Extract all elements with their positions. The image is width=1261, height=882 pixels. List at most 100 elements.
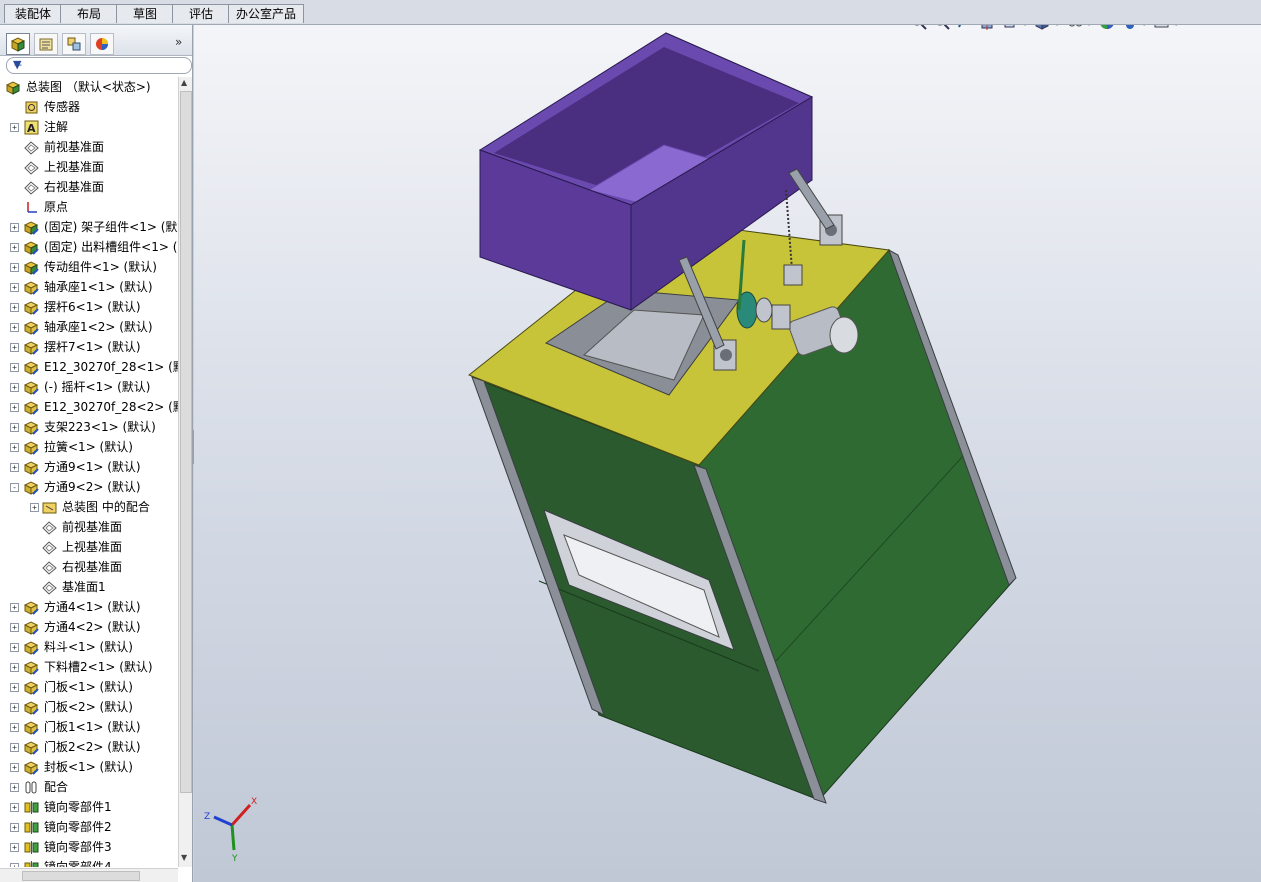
expand-node-icon[interactable]: + (10, 703, 19, 712)
mates-folder-icon (42, 502, 57, 514)
tab-assembly[interactable]: 装配体 (4, 4, 62, 23)
tree-item-label: 摆杆6<1> (默认) (44, 300, 141, 314)
collapse-node-icon[interactable]: - (10, 483, 19, 492)
tab-office-products[interactable]: 办公室产品 (228, 4, 304, 23)
expand-node-icon[interactable]: + (10, 763, 19, 772)
tree-item[interactable]: - 方通9<2> (默认) (0, 477, 178, 497)
expand-node-icon[interactable]: + (10, 403, 19, 412)
expand-node-icon[interactable]: + (10, 443, 19, 452)
tree-item[interactable]: + 门板<2> (默认) (0, 697, 178, 717)
expand-node-icon[interactable]: + (10, 683, 19, 692)
expand-node-icon[interactable]: + (10, 303, 19, 312)
tree-item-label: 下料槽2<1> (默认) (44, 660, 153, 674)
feature-manager-icon (10, 37, 26, 52)
tree-item[interactable]: + 门板2<2> (默认) (0, 737, 178, 757)
tree-item[interactable]: + 传动组件<1> (默认) (0, 257, 178, 277)
tab-layout[interactable]: 布局 (60, 4, 118, 23)
tree-item[interactable]: 总装图 （默认<状态>) (0, 77, 178, 97)
expand-node-icon[interactable]: + (10, 123, 19, 132)
expand-node-icon[interactable]: + (10, 663, 19, 672)
expand-node-icon[interactable]: + (10, 603, 19, 612)
tree-item[interactable]: + 配合 (0, 777, 178, 797)
tree-item[interactable]: + 镜向零部件3 (0, 837, 178, 857)
plane-icon (42, 561, 57, 575)
expand-node-icon[interactable]: + (10, 363, 19, 372)
plane-icon (42, 581, 57, 595)
expand-node-icon[interactable]: + (10, 743, 19, 752)
scroll-up-arrow-icon[interactable]: ▲ (181, 78, 187, 87)
tree-item[interactable]: + 镜向零部件2 (0, 817, 178, 837)
bearing-block (771, 304, 791, 330)
property-manager-tab[interactable] (34, 33, 58, 55)
tree-item[interactable]: + 镜向零部件1 (0, 797, 178, 817)
tree-item[interactable]: + 支架223<1> (默认) (0, 417, 178, 437)
tree-item[interactable]: 上视基准面 (0, 157, 178, 177)
tree-item[interactable]: 前视基准面 (0, 517, 178, 537)
tab-evaluate[interactable]: 评估 (172, 4, 230, 23)
tree-item-label: 原点 (44, 200, 69, 214)
assembly-3d-model[interactable] (194, 25, 1261, 882)
configuration-manager-tab[interactable] (62, 33, 86, 55)
tree-item[interactable]: 右视基准面 (0, 557, 178, 577)
feature-manager-tab[interactable] (6, 33, 30, 55)
tree-item[interactable]: 传感器 (0, 97, 178, 117)
tree-item[interactable]: + (固定) 出料槽组件<1> ( (0, 237, 178, 257)
tree-item[interactable]: + 方通4<2> (默认) (0, 617, 178, 637)
tree-item[interactable]: + 总装图 中的配合 (0, 497, 178, 517)
tree-item[interactable]: + 方通4<1> (默认) (0, 597, 178, 617)
tree-item-label: E12_30270f_28<2> (默 (44, 400, 178, 414)
expand-node-icon[interactable]: + (10, 223, 19, 232)
expand-node-icon[interactable]: + (10, 623, 19, 632)
expand-node-icon[interactable]: + (10, 863, 19, 867)
display-manager-tab[interactable] (90, 33, 114, 55)
expand-node-icon[interactable]: + (30, 503, 39, 512)
tree-item[interactable]: + (-) 摇杆<1> (默认) (0, 377, 178, 397)
tree-item[interactable]: + 轴承座1<1> (默认) (0, 277, 178, 297)
tree-item[interactable]: 右视基准面 (0, 177, 178, 197)
expand-node-icon[interactable]: + (10, 383, 19, 392)
tab-sketch[interactable]: 草图 (116, 4, 174, 23)
expand-node-icon[interactable]: + (10, 283, 19, 292)
expand-node-icon[interactable]: + (10, 723, 19, 732)
tree-item[interactable]: + 料斗<1> (默认) (0, 637, 178, 657)
expand-node-icon[interactable]: + (10, 843, 19, 852)
expand-node-icon[interactable]: + (10, 323, 19, 332)
expand-node-icon[interactable]: + (10, 803, 19, 812)
expand-node-icon[interactable]: + (10, 263, 19, 272)
tree-item[interactable]: 基准面1 (0, 577, 178, 597)
expand-node-icon[interactable]: + (10, 643, 19, 652)
tree-item[interactable]: + 门板1<1> (默认) (0, 717, 178, 737)
tree-item[interactable]: 前视基准面 (0, 137, 178, 157)
expand-node-icon[interactable]: + (10, 783, 19, 792)
tree-item[interactable]: + 方通9<1> (默认) (0, 457, 178, 477)
tree-item[interactable]: + 镜向零部件4 (0, 857, 178, 867)
tree-item[interactable]: + 拉簧<1> (默认) (0, 437, 178, 457)
tree-item[interactable]: + (固定) 架子组件<1> (默 (0, 217, 178, 237)
tree-item[interactable]: + 下料槽2<1> (默认) (0, 657, 178, 677)
tree-item[interactable]: + 轴承座1<2> (默认) (0, 317, 178, 337)
scrollbar-thumb[interactable] (22, 871, 140, 881)
expand-node-icon[interactable]: + (10, 243, 19, 252)
tree-item[interactable]: + A 注解 (0, 117, 178, 137)
tree-item[interactable]: 上视基准面 (0, 537, 178, 557)
tree-item[interactable]: + 摆杆7<1> (默认) (0, 337, 178, 357)
scroll-down-arrow-icon[interactable]: ▼ (181, 853, 187, 862)
tree-item[interactable]: 原点 (0, 197, 178, 217)
tree-filter-input[interactable]: ▼̶ (6, 57, 192, 74)
expand-node-icon[interactable]: + (10, 423, 19, 432)
tree-item[interactable]: + 摆杆6<1> (默认) (0, 297, 178, 317)
expand-node-icon[interactable]: + (10, 823, 19, 832)
tree-item[interactable]: + 封板<1> (默认) (0, 757, 178, 777)
graphics-viewport[interactable]: ▼▼▼▼▼ (194, 25, 1261, 882)
scrollbar-thumb[interactable] (180, 91, 192, 793)
tree-vertical-scrollbar[interactable]: ▲ ▼ (178, 77, 192, 867)
tree-item[interactable]: + 门板<1> (默认) (0, 677, 178, 697)
sensor-icon (25, 101, 38, 114)
tree-item[interactable]: + E12_30270f_28<1> (默 (0, 357, 178, 377)
expand-panel-button[interactable]: » (175, 35, 182, 49)
plane-icon (42, 521, 57, 535)
expand-node-icon[interactable]: + (10, 463, 19, 472)
tree-item[interactable]: + E12_30270f_28<2> (默 (0, 397, 178, 417)
expand-node-icon[interactable]: + (10, 343, 19, 352)
tree-horizontal-scrollbar[interactable] (0, 868, 178, 882)
